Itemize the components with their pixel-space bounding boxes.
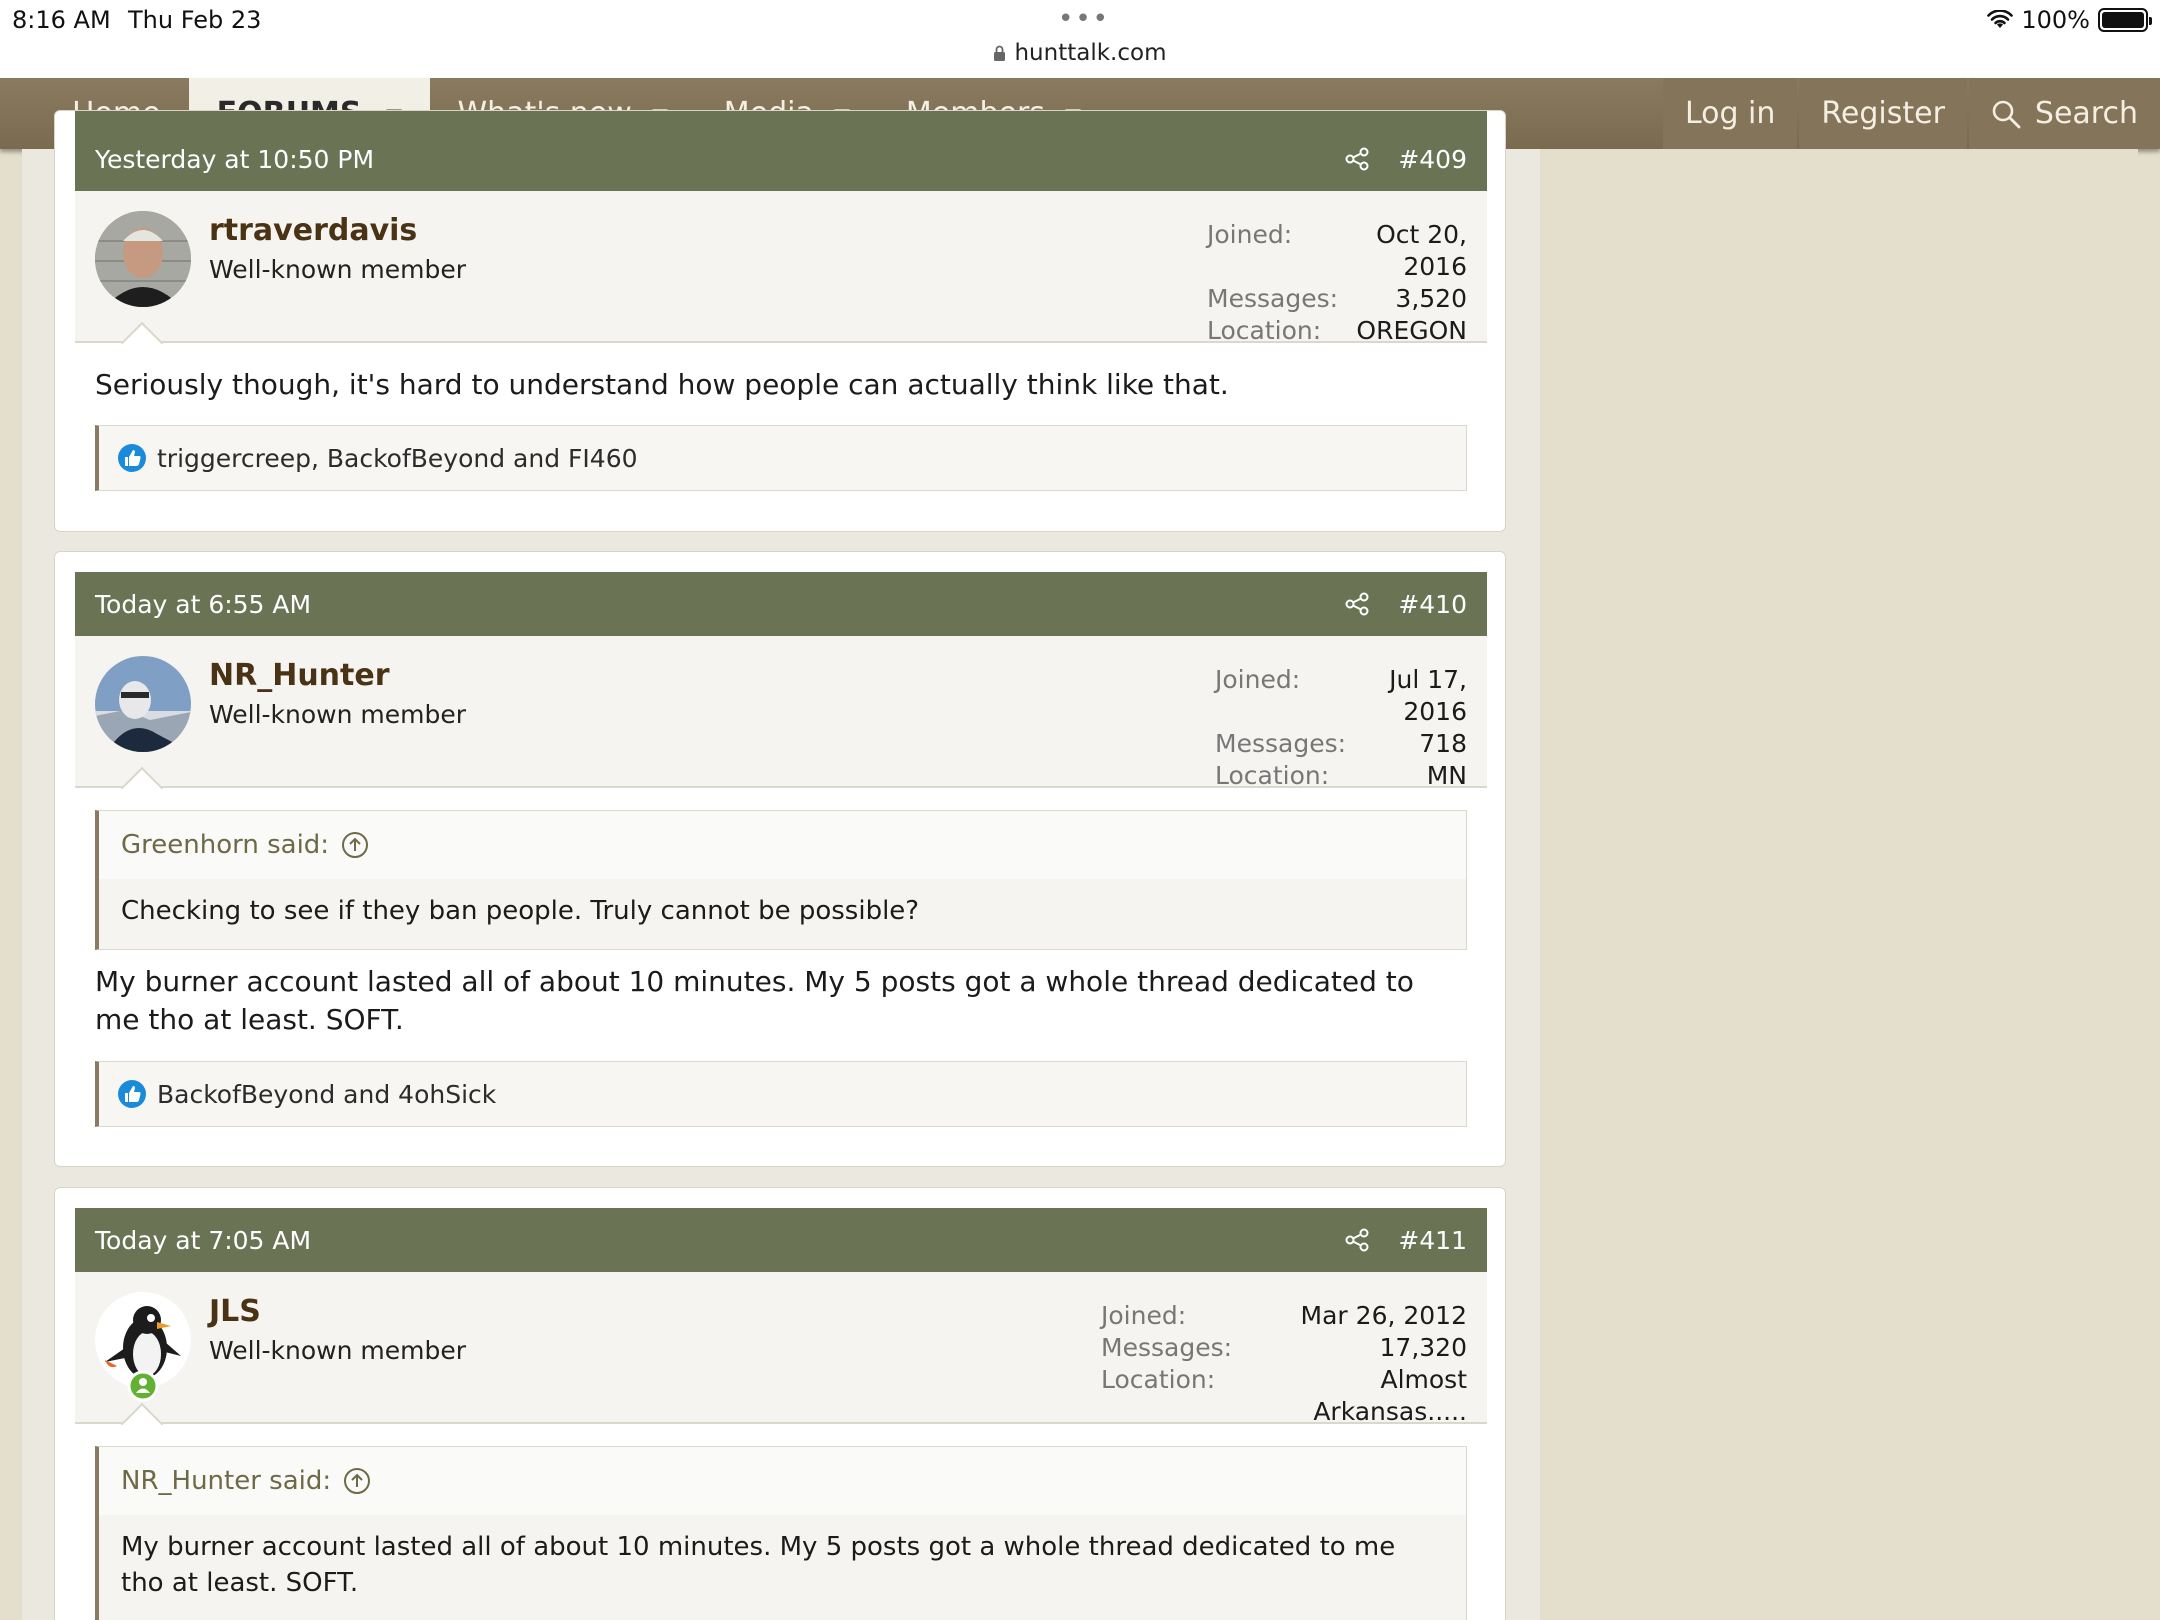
share-icon[interactable]: [1344, 591, 1370, 617]
post-number[interactable]: #410: [1398, 590, 1467, 619]
sidebar: [1540, 149, 2138, 1620]
share-icon[interactable]: [1344, 1227, 1370, 1253]
post-409: Yesterday at 10:50 PM #409 rtraverdavis …: [54, 110, 1506, 532]
joined-date: Oct 20, 2016: [1376, 220, 1467, 281]
user-stats: Joined: Oct 20, 2016 Messages: 3,520 Locat…: [1207, 220, 1467, 347]
post-header: Today at 7:05 AM #411: [75, 1208, 1487, 1272]
joined-date: Mar 26, 2012: [1300, 1301, 1467, 1330]
user-info: rtraverdavis Well-known member Joined: Oc…: [75, 191, 1487, 345]
post-timestamp[interactable]: Today at 6:55 AM: [95, 590, 1344, 619]
register-button[interactable]: Register: [1799, 78, 1967, 149]
status-date: Thu Feb 23: [128, 6, 262, 34]
post-timestamp[interactable]: Today at 7:05 AM: [95, 1226, 1344, 1255]
post-timestamp[interactable]: Yesterday at 10:50 PM: [95, 145, 1344, 174]
multitasking-dots[interactable]: •••: [1058, 4, 1110, 34]
quote-text: My burner account lasted all of about 10…: [121, 1532, 1396, 1598]
quote-author[interactable]: Greenhorn said:: [121, 830, 329, 860]
username-link[interactable]: JLS: [209, 1294, 261, 1329]
location[interactable]: OREGON: [1356, 315, 1467, 347]
online-status-icon: [127, 1370, 159, 1402]
post-header: Yesterday at 10:50 PM #409: [75, 111, 1487, 191]
user-title: Well-known member: [209, 1336, 467, 1365]
quote-block: Greenhorn said: Checking to see if they …: [95, 810, 1467, 950]
post-number[interactable]: #411: [1398, 1226, 1467, 1255]
reaction-users[interactable]: triggercreep, BackofBeyond and FI460: [157, 444, 638, 473]
battery-icon: [2098, 8, 2152, 32]
search-button[interactable]: Search: [1968, 78, 2160, 149]
message-count: 3,520: [1395, 284, 1467, 313]
avatar[interactable]: [95, 211, 191, 307]
avatar[interactable]: [95, 656, 191, 752]
username-link[interactable]: rtraverdavis: [209, 213, 417, 248]
user-stats: Joined: Mar 26, 2012 Messages: 17,320 Loca…: [1101, 1301, 1467, 1428]
like-icon: [118, 1080, 146, 1108]
status-right: 100%: [1987, 6, 2152, 34]
wifi-icon: [1987, 10, 2014, 28]
like-icon: [118, 444, 146, 472]
post-header: Today at 6:55 AM #410: [75, 572, 1487, 636]
message-count: 718: [1419, 729, 1467, 758]
username-link[interactable]: NR_Hunter: [209, 658, 390, 693]
reaction-bar[interactable]: BackofBeyond and 4ohSick: [95, 1061, 1467, 1127]
quote-header[interactable]: NR_Hunter said:: [99, 1447, 1466, 1515]
lock-icon: [994, 45, 1006, 61]
avatar-image: [95, 656, 191, 752]
arrow-up-circle-icon[interactable]: [343, 1467, 371, 1495]
quote-block: NR_Hunter said: My burner account lasted…: [95, 1446, 1467, 1620]
user-stats: Joined: Jul 17, 2016 Messages: 718 Locatio…: [1215, 665, 1467, 792]
quote-author[interactable]: NR_Hunter said:: [121, 1466, 331, 1496]
post-411: Today at 7:05 AM #411 JLS Well-known mem…: [54, 1187, 1506, 1620]
avatar-image: [95, 211, 191, 307]
message-count: 17,320: [1379, 1333, 1467, 1362]
quote-text: Checking to see if they ban people. Trul…: [121, 896, 920, 926]
location[interactable]: Almost Arkansas.....: [1233, 1364, 1467, 1428]
post-410: Today at 6:55 AM #410 NR_Hunter Well-kno…: [54, 551, 1506, 1167]
avatar[interactable]: [95, 1292, 191, 1402]
user-title: Well-known member: [209, 255, 467, 284]
post-number[interactable]: #409: [1398, 145, 1467, 174]
status-time: 8:16 AM: [12, 6, 111, 34]
search-icon: [1992, 100, 2021, 128]
user-title: Well-known member: [209, 700, 467, 729]
location[interactable]: MN: [1427, 760, 1467, 792]
battery-percent: 100%: [2021, 6, 2090, 34]
joined-date: Jul 17, 2016: [1389, 665, 1467, 726]
page-url: hunttalk.com: [1014, 40, 1167, 66]
user-info: NR_Hunter Well-known member Joined: Jul 1…: [75, 636, 1487, 790]
address-bar[interactable]: hunttalk.com: [0, 40, 2160, 66]
login-button[interactable]: Log in: [1662, 78, 1798, 149]
reaction-bar[interactable]: triggercreep, BackofBeyond and FI460: [95, 425, 1467, 491]
quote-header[interactable]: Greenhorn said:: [99, 811, 1466, 879]
user-info: JLS Well-known member Joined: Mar 26, 201…: [75, 1272, 1487, 1426]
arrow-up-circle-icon[interactable]: [341, 831, 369, 859]
post-body: My burner account lasted all of about 10…: [95, 965, 1414, 1036]
post-body: Seriously though, it's hard to understan…: [95, 368, 1229, 401]
status-bar: 8:16 AM Thu Feb 23 ••• hunttalk.com 100%: [0, 0, 2160, 78]
share-icon[interactable]: [1344, 146, 1370, 172]
reaction-users[interactable]: BackofBeyond and 4ohSick: [157, 1080, 496, 1109]
